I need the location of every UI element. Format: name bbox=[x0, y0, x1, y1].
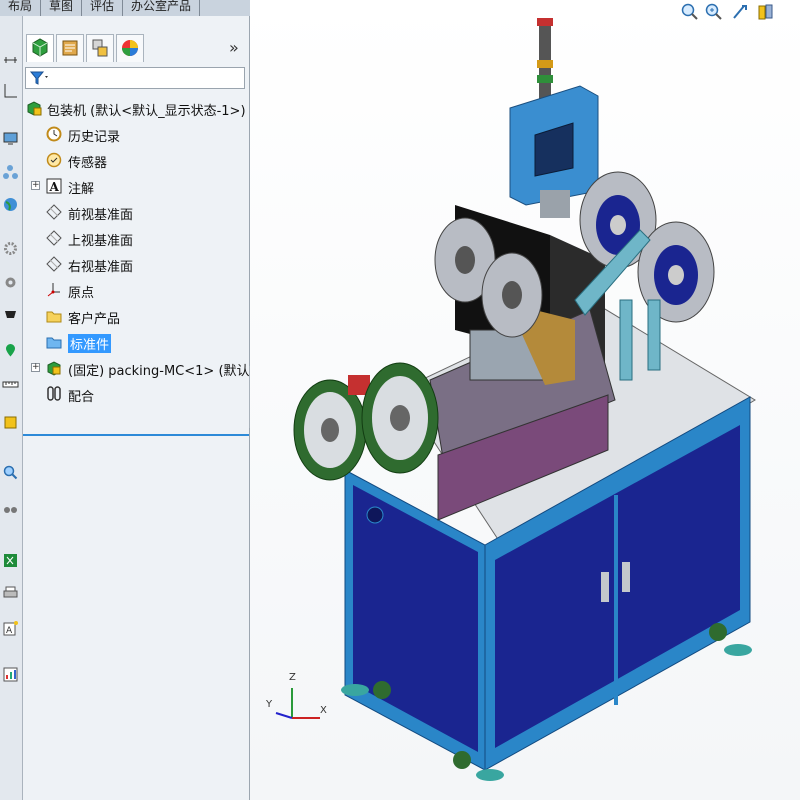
command-manager-tabs: 布局 草图 评估 办公室产品 bbox=[0, 0, 270, 17]
zoom-area-icon[interactable] bbox=[704, 2, 724, 22]
network-icon[interactable] bbox=[2, 164, 19, 181]
panel-rollback-bar[interactable] bbox=[23, 434, 249, 436]
tab-evaluate[interactable]: 评估 bbox=[82, 0, 124, 16]
assembly-root-icon bbox=[27, 101, 42, 116]
axis-label-x: X bbox=[320, 705, 327, 716]
svg-text:A: A bbox=[6, 626, 13, 636]
cup-icon[interactable] bbox=[2, 306, 19, 323]
svg-text:A: A bbox=[49, 180, 60, 194]
tree-item-history[interactable]: 历史记录 bbox=[23, 122, 258, 146]
location-pin-icon[interactable] bbox=[2, 342, 19, 359]
tree-item-customer-products[interactable]: 客户产品 bbox=[23, 304, 258, 328]
plane-icon bbox=[46, 256, 62, 272]
magnifier-icon[interactable] bbox=[2, 464, 19, 481]
globe-icon[interactable] bbox=[2, 196, 19, 213]
feature-manager-icon bbox=[32, 38, 48, 57]
tree-item-annotations[interactable]: + A 注解 bbox=[23, 174, 258, 198]
reel-green-front bbox=[361, 362, 439, 474]
property-manager-tab[interactable] bbox=[56, 34, 84, 62]
tab-office-products[interactable]: 办公室产品 bbox=[123, 0, 201, 16]
mates-icon bbox=[47, 386, 61, 401]
text-style-icon[interactable]: A bbox=[2, 620, 19, 637]
binoculars-icon[interactable] bbox=[2, 500, 19, 517]
feature-manager-tab[interactable] bbox=[26, 34, 54, 62]
tree-item-front-plane[interactable]: 前视基准面 bbox=[23, 200, 258, 224]
tree-item-label: 客户产品 bbox=[68, 312, 121, 327]
display-manager-tab[interactable] bbox=[116, 34, 144, 62]
printer-icon[interactable] bbox=[2, 584, 19, 601]
tree-root[interactable]: 包装机 (默认<默认_显示状态-1>) bbox=[23, 96, 258, 120]
graphics-viewport[interactable]: Z X Y bbox=[250, 0, 800, 800]
tree-item-standard-parts[interactable]: 标准件 bbox=[23, 330, 258, 354]
axis-label-y: Y bbox=[266, 699, 273, 710]
tree-item-label: 上视基准面 bbox=[68, 234, 134, 249]
tree-item-mates[interactable]: 配合 bbox=[23, 382, 258, 406]
monitor-icon[interactable] bbox=[2, 130, 19, 147]
machine-3d-model bbox=[275, 18, 756, 781]
component-icon[interactable] bbox=[2, 414, 19, 431]
axis-triad bbox=[275, 688, 320, 719]
folder-icon bbox=[46, 337, 62, 349]
heads-up-view-toolbar bbox=[680, 2, 800, 22]
property-manager-icon bbox=[62, 40, 78, 56]
angle-icon[interactable] bbox=[2, 82, 19, 99]
configuration-manager-tab[interactable] bbox=[86, 34, 114, 62]
dimension-icon[interactable] bbox=[2, 52, 19, 69]
assembly-icon bbox=[47, 361, 61, 376]
reel-grey-front bbox=[481, 252, 543, 338]
gear-icon[interactable] bbox=[2, 240, 19, 257]
ruler-icon[interactable] bbox=[2, 376, 19, 393]
tree-item-label: 历史记录 bbox=[68, 130, 121, 145]
axis-label-z: Z bbox=[289, 672, 296, 683]
panel-more-button[interactable]: » bbox=[229, 38, 239, 57]
tree-root-label: 包装机 (默认<默认_显示状态-1>) bbox=[47, 104, 246, 119]
tree-item-label: 配合 bbox=[68, 390, 95, 405]
tree-item-right-plane[interactable]: 右视基准面 bbox=[23, 252, 258, 276]
origin-icon bbox=[47, 283, 60, 297]
tab-sketch[interactable]: 草图 bbox=[41, 0, 83, 16]
plane-icon bbox=[46, 204, 62, 220]
history-icon bbox=[46, 126, 62, 142]
tab-layout[interactable]: 布局 bbox=[0, 0, 42, 16]
feature-manager-panel: » 包装机 (默认<默认_显示状态-1>) 历史记录 传感器 + A 注解 前视… bbox=[23, 16, 250, 800]
command-strip: A bbox=[0, 16, 23, 800]
settings-gear-icon[interactable] bbox=[2, 274, 19, 291]
tree-item-label: 原点 bbox=[68, 286, 95, 301]
expand-toggle[interactable]: + bbox=[31, 363, 40, 372]
display-manager-icon bbox=[122, 40, 138, 56]
tree-item-label: 传感器 bbox=[68, 156, 108, 171]
previous-view-icon[interactable] bbox=[730, 2, 750, 22]
excel-icon[interactable] bbox=[2, 552, 19, 569]
tree-item-label: 右视基准面 bbox=[68, 260, 134, 275]
tree-item-label-selected: 标准件 bbox=[68, 334, 112, 353]
folder-icon bbox=[46, 311, 62, 323]
sensor-icon bbox=[46, 152, 62, 168]
plane-icon bbox=[46, 230, 62, 246]
tree-item-label: 前视基准面 bbox=[68, 208, 134, 223]
tree-item-top-plane[interactable]: 上视基准面 bbox=[23, 226, 258, 250]
section-view-icon[interactable] bbox=[756, 2, 776, 22]
panel-tabs: » bbox=[23, 32, 249, 62]
chart-icon[interactable] bbox=[2, 666, 19, 683]
annotation-icon: A bbox=[46, 178, 62, 194]
caster-foot bbox=[341, 684, 369, 696]
tree-filter-field[interactable] bbox=[25, 67, 245, 89]
configuration-manager-icon bbox=[92, 39, 108, 57]
tree-item-packing-mc[interactable]: + (固定) packing-MC<1> (默认 bbox=[23, 356, 258, 380]
tree-item-origin[interactable]: 原点 bbox=[23, 278, 258, 302]
filter-icon bbox=[29, 71, 48, 85]
zoom-to-fit-icon[interactable] bbox=[680, 2, 700, 22]
tree-item-label: (固定) packing-MC<1> (默认 bbox=[68, 364, 250, 379]
expand-toggle[interactable]: + bbox=[31, 181, 40, 190]
tree-item-sensors[interactable]: 传感器 bbox=[23, 148, 258, 172]
tree-item-label: 注解 bbox=[68, 182, 95, 197]
